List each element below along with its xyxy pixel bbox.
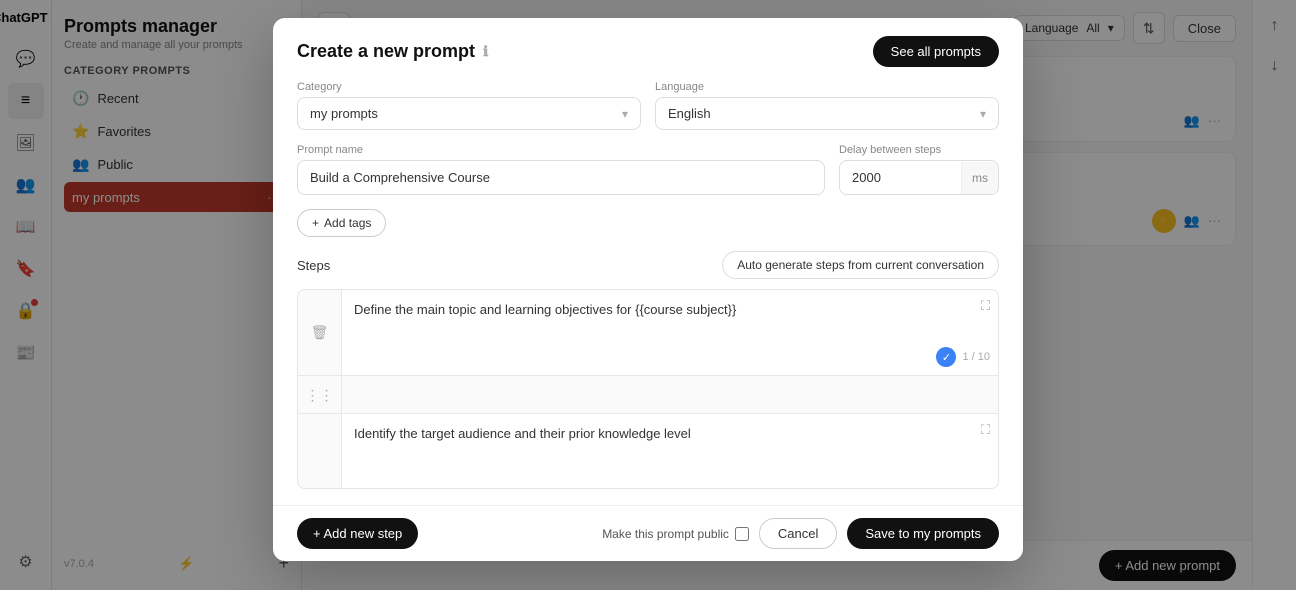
add-tags-button[interactable]: + Add tags: [297, 209, 386, 237]
make-public-label: Make this prompt public: [602, 527, 729, 541]
modal-title-container: Create a new prompt ℹ: [297, 41, 488, 62]
expand-step-icon[interactable]: ⛶: [981, 298, 990, 314]
auto-gen-label: Auto generate steps from current convers…: [737, 258, 984, 272]
step-drag-row: ⋮⋮: [298, 376, 998, 414]
save-to-prompts-button[interactable]: Save to my prompts: [847, 518, 999, 549]
cancel-button[interactable]: Cancel: [759, 518, 837, 549]
language-label: Language: [655, 81, 999, 93]
add-step-button[interactable]: + Add new step: [297, 518, 418, 549]
auto-generate-button[interactable]: Auto generate steps from current convers…: [722, 251, 999, 279]
steps-label: Steps: [297, 258, 330, 273]
step-textarea[interactable]: Define the main topic and learning objec…: [354, 300, 986, 360]
step-footer: ✓ 1 / 10: [936, 347, 990, 367]
delay-group: Delay between steps ms: [839, 144, 999, 195]
step-content-2: ⛶ Identify the target audience and their…: [342, 414, 998, 489]
step-row: 🗑 ⛶ Define the main topic and learning o…: [298, 290, 998, 376]
see-all-button[interactable]: See all prompts: [873, 36, 999, 67]
prompt-name-label: Prompt name: [297, 144, 825, 156]
modal-overlay: Create a new prompt ℹ See all prompts Ca…: [0, 0, 1296, 590]
make-public-checkbox[interactable]: [735, 527, 749, 541]
info-icon[interactable]: ℹ: [483, 43, 488, 60]
step-actions-2: [298, 414, 342, 489]
drag-handle-icon[interactable]: ⋮⋮: [303, 384, 337, 407]
delay-wrapper: ms: [839, 160, 999, 195]
category-group: Category my prompts ▾: [297, 81, 641, 130]
modal-footer-right: Make this prompt public Cancel Save to m…: [602, 518, 999, 549]
delay-unit-label: ms: [961, 162, 998, 194]
steps-list: 🗑 ⛶ Define the main topic and learning o…: [297, 289, 999, 489]
language-select-value: English: [668, 106, 711, 121]
step-count: 1 / 10: [962, 351, 990, 363]
language-group: Language English ▾: [655, 81, 999, 130]
expand-step-2-icon[interactable]: ⛶: [981, 422, 990, 438]
add-tags-label: Add tags: [324, 216, 371, 230]
prompt-name-input[interactable]: [297, 160, 825, 195]
modal-footer: + Add new step Make this prompt public C…: [273, 505, 1023, 561]
step-drag-content: [342, 376, 998, 413]
delay-input[interactable]: [840, 161, 961, 194]
step-content: ⛶ Define the main topic and learning obj…: [342, 290, 998, 375]
language-select[interactable]: English ▾: [655, 97, 999, 130]
category-select[interactable]: my prompts ▾: [297, 97, 641, 130]
category-chevron-icon: ▾: [622, 107, 628, 121]
language-chevron-icon: ▾: [980, 107, 986, 121]
prompt-name-group: Prompt name: [297, 144, 825, 195]
step-check-icon: ✓: [936, 347, 956, 367]
step-drag-actions: ⋮⋮: [298, 376, 342, 413]
step-textarea-2[interactable]: Identify the target audience and their p…: [354, 424, 986, 484]
modal-body: Category my prompts ▾ Language English ▾: [273, 81, 1023, 505]
make-public-container: Make this prompt public: [602, 527, 749, 541]
steps-header: Steps Auto generate steps from current c…: [297, 251, 999, 279]
delay-label: Delay between steps: [839, 144, 999, 156]
category-select-value: my prompts: [310, 106, 378, 121]
name-delay-row: Prompt name Delay between steps ms: [297, 144, 999, 195]
modal-footer-left: + Add new step: [297, 518, 418, 549]
create-prompt-modal: Create a new prompt ℹ See all prompts Ca…: [273, 18, 1023, 561]
modal-header: Create a new prompt ℹ See all prompts: [273, 18, 1023, 81]
category-label: Category: [297, 81, 641, 93]
modal-title-text: Create a new prompt: [297, 41, 475, 62]
category-language-row: Category my prompts ▾ Language English ▾: [297, 81, 999, 130]
delete-step-icon[interactable]: 🗑: [308, 321, 332, 344]
step-row-2: ⛶ Identify the target audience and their…: [298, 414, 998, 489]
add-tags-plus: +: [312, 216, 319, 230]
step-actions: 🗑: [298, 290, 342, 375]
